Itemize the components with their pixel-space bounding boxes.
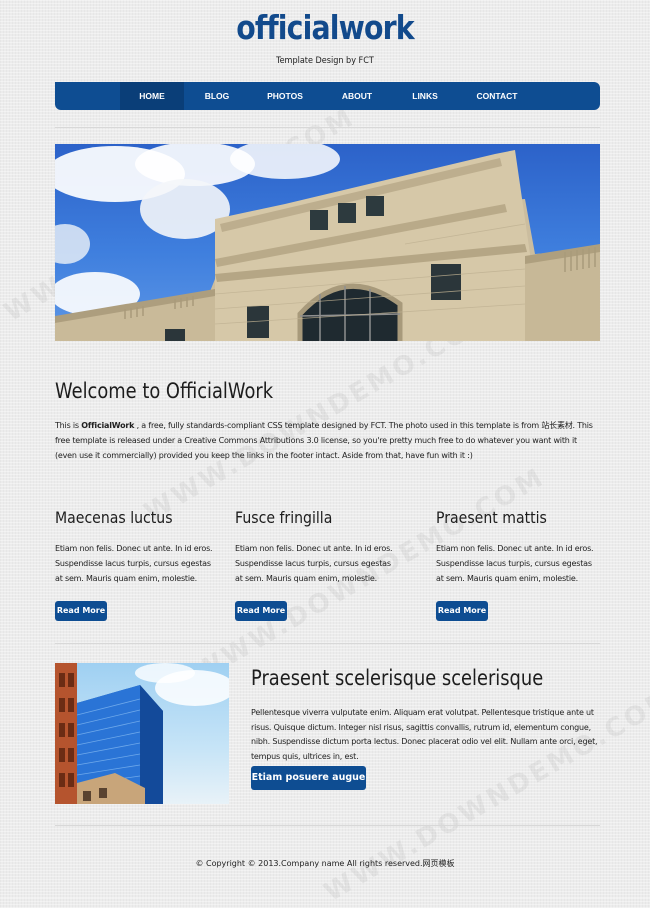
feature-text: Pellentesque viverra vulputate enim. Ali… xyxy=(251,708,598,761)
divider xyxy=(55,825,600,826)
nav-item-links[interactable]: LINKS xyxy=(393,82,457,110)
welcome-text: This is OfficialWork , a free, fully sta… xyxy=(55,418,600,463)
divider xyxy=(55,127,600,128)
tagline: Template Design by FCT xyxy=(276,56,374,66)
read-more-button[interactable]: Read More xyxy=(436,601,488,621)
main-nav: HOME BLOG PHOTOS ABOUT LINKS CONTACT xyxy=(55,82,600,110)
nav-item-about[interactable]: ABOUT xyxy=(325,82,389,110)
column-3: Praesent mattis Etiam non felis. Donec u… xyxy=(436,508,601,586)
hero-image xyxy=(55,144,600,341)
welcome-text-intro: This is xyxy=(55,421,82,430)
divider xyxy=(55,643,600,644)
welcome-text-brand: OfficialWork xyxy=(81,421,135,430)
column-1: Maecenas luctus Etiam non felis. Donec u… xyxy=(55,508,220,586)
nav-item-blog[interactable]: BLOG xyxy=(185,82,249,110)
feature-image xyxy=(55,663,229,804)
column-text: Etiam non felis. Donec ut ante. In id er… xyxy=(55,544,213,583)
column-2: Fusce fringilla Etiam non felis. Donec u… xyxy=(235,508,400,586)
welcome-text-body: , a free, fully standards-compliant CSS … xyxy=(55,421,593,460)
footer-copyright: © Copyright © 2013.Company name All righ… xyxy=(195,859,455,868)
welcome-title: Welcome to OfficialWork xyxy=(55,379,274,403)
nav-item-photos[interactable]: PHOTOS xyxy=(253,82,317,110)
column-title: Praesent mattis xyxy=(436,508,547,527)
nav-item-contact[interactable]: CONTACT xyxy=(465,82,529,110)
read-more-button[interactable]: Read More xyxy=(55,601,107,621)
column-text: Etiam non felis. Donec ut ante. In id er… xyxy=(436,544,594,583)
feature-button[interactable]: Etiam posuere augue xyxy=(251,766,366,790)
read-more-button[interactable]: Read More xyxy=(235,601,287,621)
feature-title: Praesent scelerisque scelerisque xyxy=(251,666,544,690)
column-title: Fusce fringilla xyxy=(235,508,333,527)
site-title[interactable]: officialwork xyxy=(46,6,605,50)
nav-item-home[interactable]: HOME xyxy=(120,82,184,110)
column-text: Etiam non felis. Donec ut ante. In id er… xyxy=(235,544,393,583)
column-title: Maecenas luctus xyxy=(55,508,173,527)
